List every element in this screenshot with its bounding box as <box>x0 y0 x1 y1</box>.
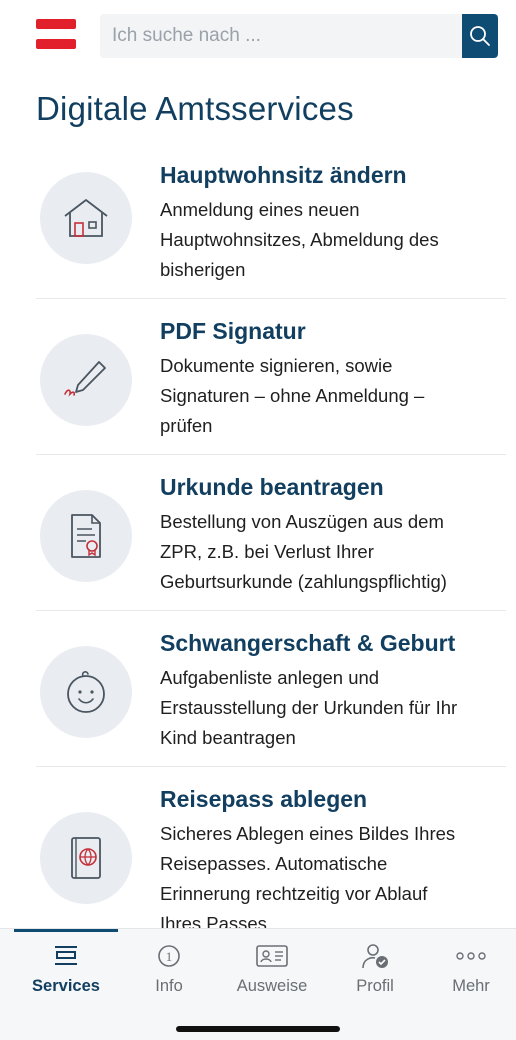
more-dots-icon <box>456 952 486 960</box>
service-description: Sicheres Ablegen eines Bildes Ihres Reis… <box>160 823 456 934</box>
page-title: Digitale Amtsservices <box>36 90 354 127</box>
divider <box>36 766 506 767</box>
services-icon <box>55 946 77 965</box>
service-title: Urkunde beantragen <box>160 474 384 500</box>
tab-profil[interactable]: Profil <box>330 941 420 996</box>
id-card-icon <box>256 945 288 967</box>
house-icon <box>64 199 108 237</box>
certificate-document-icon <box>71 514 101 558</box>
service-description: Anmeldung eines neuen Hauptwohnsitzes, A… <box>160 199 439 280</box>
passport-icon <box>71 837 101 879</box>
divider <box>36 454 506 455</box>
service-title: Reisepass ablegen <box>160 786 368 812</box>
profile-icon <box>362 944 388 969</box>
home-indicator[interactable] <box>176 1026 340 1032</box>
tab-mehr[interactable]: Mehr <box>426 941 516 996</box>
service-icon-wrapper <box>40 646 132 738</box>
service-description: Dokumente signieren, sowie Signaturen – … <box>160 355 425 436</box>
bottom-navigation: Services 1 Info Ausweise Profil Mehr <box>0 928 516 1040</box>
service-description: Bestellung von Auszügen aus dem ZPR, z.B… <box>160 511 447 592</box>
info-icon: 1 <box>158 945 180 967</box>
austria-flag-logo[interactable] <box>36 19 76 49</box>
service-description: Aufgabenliste anlegen und Erstausstellun… <box>160 667 458 748</box>
tab-label: Info <box>155 977 183 995</box>
tab-info[interactable]: 1 Info <box>124 941 214 996</box>
search-icon <box>470 26 490 46</box>
service-title: PDF Signatur <box>160 318 306 344</box>
service-icon-wrapper <box>40 172 132 264</box>
tab-label: Mehr <box>452 977 490 995</box>
service-icon-wrapper <box>40 490 132 582</box>
tab-services[interactable]: Services <box>21 941 111 996</box>
service-title: Schwangerschaft & Geburt <box>160 630 456 656</box>
service-icon-wrapper <box>40 812 132 904</box>
search-button[interactable] <box>462 14 498 58</box>
divider <box>36 610 506 611</box>
divider <box>36 298 506 299</box>
tab-label: Ausweise <box>236 977 308 995</box>
tab-label: Services <box>32 977 100 995</box>
search-field[interactable] <box>100 14 498 58</box>
search-input[interactable] <box>100 14 452 58</box>
service-title: Hauptwohnsitz ändern <box>160 162 407 188</box>
signature-pen-icon <box>64 361 106 397</box>
active-tab-indicator <box>14 929 118 932</box>
tab-label: Profil <box>356 977 394 995</box>
tab-ausweise[interactable]: Ausweise <box>227 941 317 996</box>
top-bar <box>0 0 516 76</box>
service-icon-wrapper <box>40 334 132 426</box>
baby-face-icon <box>67 671 105 713</box>
svg-text:1: 1 <box>166 949 173 964</box>
